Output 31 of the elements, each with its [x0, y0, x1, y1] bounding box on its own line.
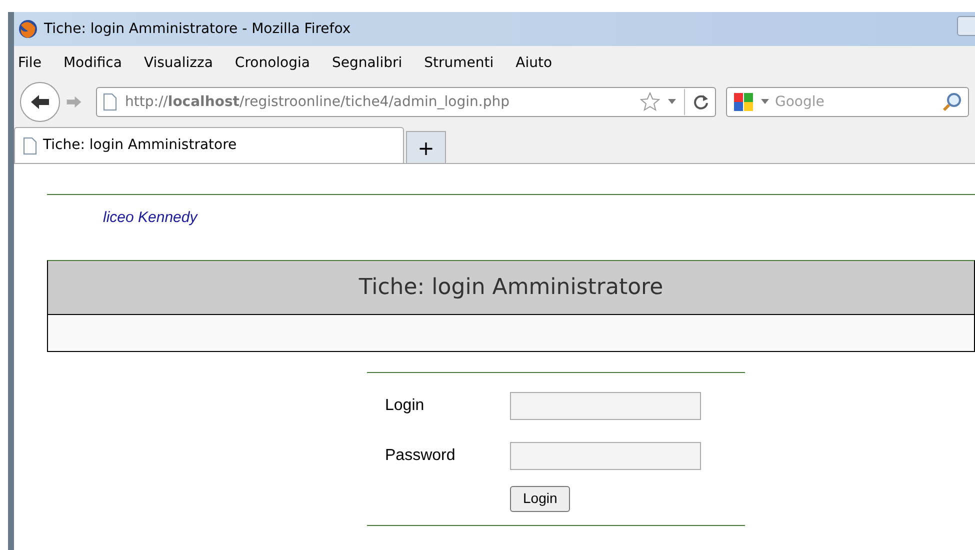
page-icon — [103, 93, 117, 111]
menu-item[interactable]: Visualizza — [144, 52, 213, 74]
page-icon — [23, 136, 37, 154]
search-placeholder: Google — [775, 92, 826, 112]
page-heading: Tiche: login Amministratore — [48, 260, 974, 314]
field-label: Password — [385, 446, 456, 466]
back-arrow-icon — [30, 94, 50, 110]
school-name: liceo Kennedy — [103, 208, 199, 228]
search-icon[interactable] — [942, 92, 962, 112]
browser-tab[interactable]: Tiche: login Amministratore — [14, 127, 404, 163]
menu-item[interactable]: File — [18, 52, 42, 74]
address-bar[interactable]: http://localhost/registroonline/tiche4/admin_login.php — [96, 87, 716, 117]
star-icon[interactable] — [640, 92, 660, 112]
search-engine-icon — [733, 92, 755, 112]
menu-item[interactable]: Strumenti — [424, 52, 494, 74]
menu-item[interactable]: Aiuto — [516, 52, 552, 74]
back-button[interactable] — [20, 82, 60, 122]
login-button[interactable]: Login — [510, 486, 570, 512]
field-label: Login — [385, 396, 426, 416]
new-tab-button[interactable]: + — [406, 131, 446, 163]
input-field[interactable] — [510, 392, 701, 420]
input-field[interactable] — [510, 442, 701, 470]
browser-logo-icon — [18, 19, 38, 39]
menu-item[interactable]: Modifica — [63, 52, 122, 74]
menu-item[interactable]: Cronologia — [234, 52, 310, 74]
menu-item[interactable]: Segnalibri — [332, 52, 402, 74]
dropdown-caret-icon[interactable] — [761, 99, 769, 105]
window-title: Tiche: login Amministratore - Mozilla Firefox — [44, 20, 351, 38]
reload-icon[interactable] — [693, 94, 709, 110]
dropdown-caret-icon[interactable] — [668, 99, 676, 105]
url-text: http://localhost/registroonline/tiche4/admin_login.php — [125, 92, 510, 112]
